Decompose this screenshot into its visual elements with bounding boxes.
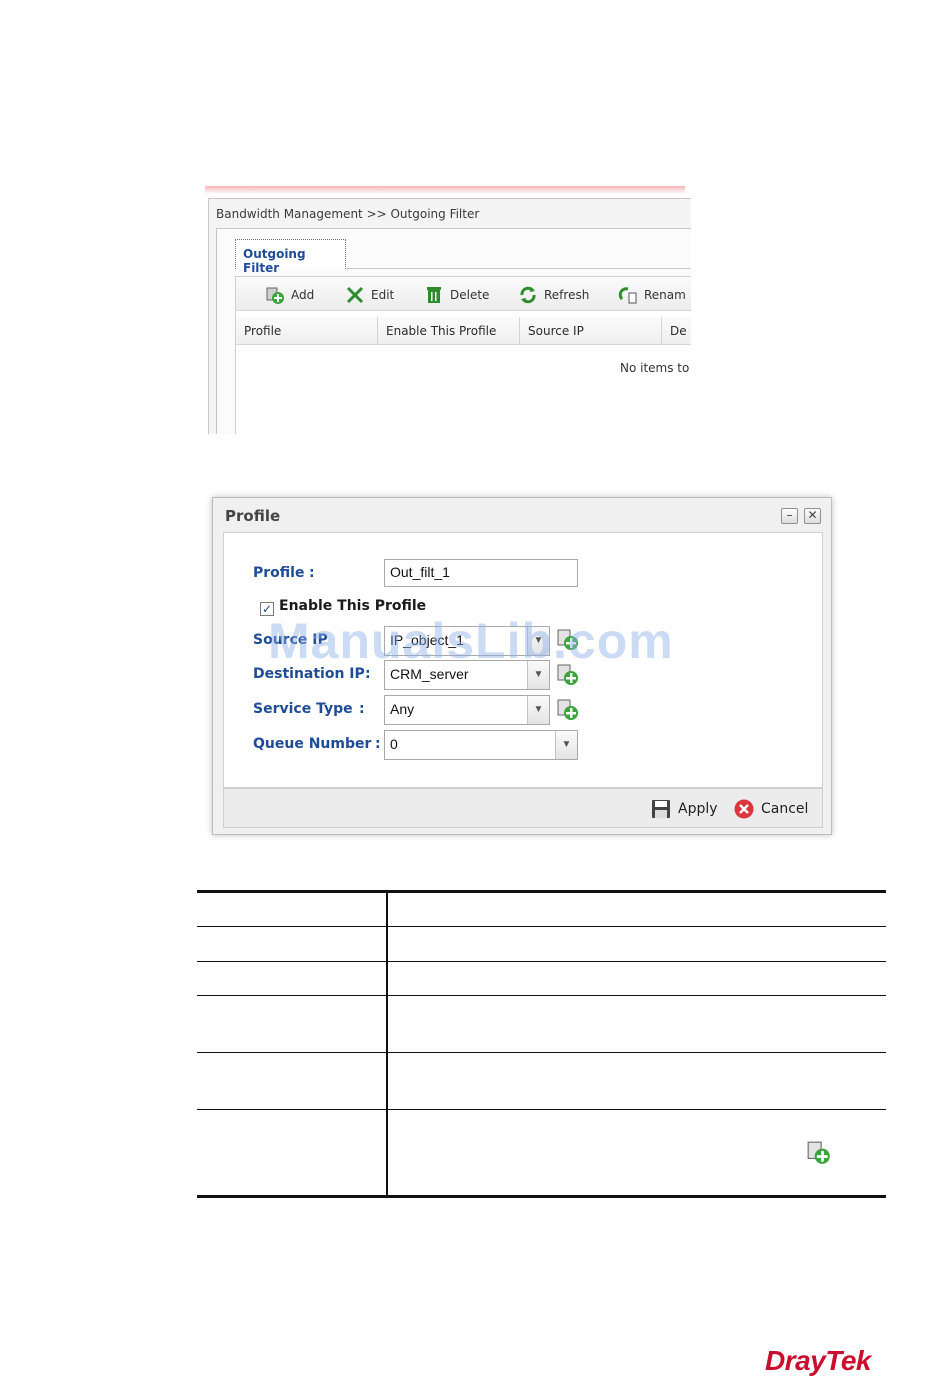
apply-button[interactable]: Apply: [650, 797, 718, 821]
profile-label: Profile: [253, 565, 305, 581]
table-column-divider: [386, 890, 388, 1198]
edit-label: Edit: [371, 288, 395, 302]
service-type-value: Any: [390, 701, 415, 717]
close-button[interactable]: ✕: [804, 508, 821, 524]
description-table: [197, 890, 886, 1198]
minimize-button[interactable]: –: [781, 508, 798, 524]
column-enable-profile[interactable]: Enable This Profile: [378, 317, 520, 345]
cancel-button[interactable]: Cancel: [733, 797, 808, 821]
outgoing-filter-screenshot: Bandwidth Management >> Outgoing Filter …: [205, 186, 691, 434]
table-row-divider: [197, 926, 886, 927]
table-row-divider: [197, 1109, 886, 1110]
column-profile[interactable]: Profile: [236, 317, 378, 345]
apply-label: Apply: [678, 801, 718, 817]
tab-outgoing-filter[interactable]: Outgoing Filter: [235, 239, 346, 275]
delete-button[interactable]: Delete: [424, 284, 489, 306]
refresh-button[interactable]: Refresh: [518, 284, 589, 306]
table-bottom-rule: [197, 1195, 886, 1198]
edit-button[interactable]: Edit: [345, 284, 394, 306]
top-glow: [205, 186, 685, 194]
add-label: Add: [291, 288, 315, 302]
profile-name-input[interactable]: Out_filt_1: [384, 559, 578, 587]
column-destination-ip[interactable]: De: [662, 317, 691, 345]
chevron-down-icon: ▼: [527, 696, 549, 724]
table-row-divider: [197, 961, 886, 962]
tab-divider: [346, 268, 691, 269]
refresh-icon: [520, 286, 536, 304]
table-row-divider: [197, 1052, 886, 1053]
breadcrumb: Bandwidth Management >> Outgoing Filter: [216, 207, 480, 221]
dialog-title: Profile: [225, 507, 281, 525]
delete-label: Delete: [450, 288, 490, 302]
empty-message: No items to: [620, 361, 690, 375]
service-type-select[interactable]: Any ▼: [384, 695, 550, 725]
rename-label: Renam: [644, 288, 686, 302]
refresh-label: Refresh: [544, 288, 590, 302]
colon: :: [375, 736, 381, 752]
queue-number-value: 0: [390, 736, 398, 752]
add-icon: [266, 287, 284, 304]
cancel-icon: [734, 799, 754, 819]
trash-icon: [427, 287, 441, 303]
add-object-icon: [807, 1141, 830, 1164]
queue-number-select[interactable]: 0 ▼: [384, 730, 578, 760]
service-type-label: Service Type: [253, 701, 353, 717]
draytek-logo: DrayTek: [765, 1345, 871, 1376]
rename-button[interactable]: Renam: [618, 284, 686, 306]
table-top-rule: [197, 890, 886, 893]
chevron-down-icon: ▼: [555, 731, 577, 759]
colon: :: [359, 701, 365, 717]
watermark: ManualsLib.com: [268, 613, 674, 669]
add-service-icon[interactable]: [556, 698, 580, 722]
save-icon: [652, 800, 670, 818]
column-source-ip[interactable]: Source IP: [520, 317, 662, 345]
tools-icon: [346, 286, 364, 304]
add-button[interactable]: Add: [265, 284, 314, 306]
cancel-label: Cancel: [761, 801, 809, 817]
queue-number-label: Queue Number: [253, 736, 372, 752]
table-row-divider: [197, 995, 886, 996]
colon: :: [309, 565, 315, 581]
rename-icon: [618, 287, 637, 304]
